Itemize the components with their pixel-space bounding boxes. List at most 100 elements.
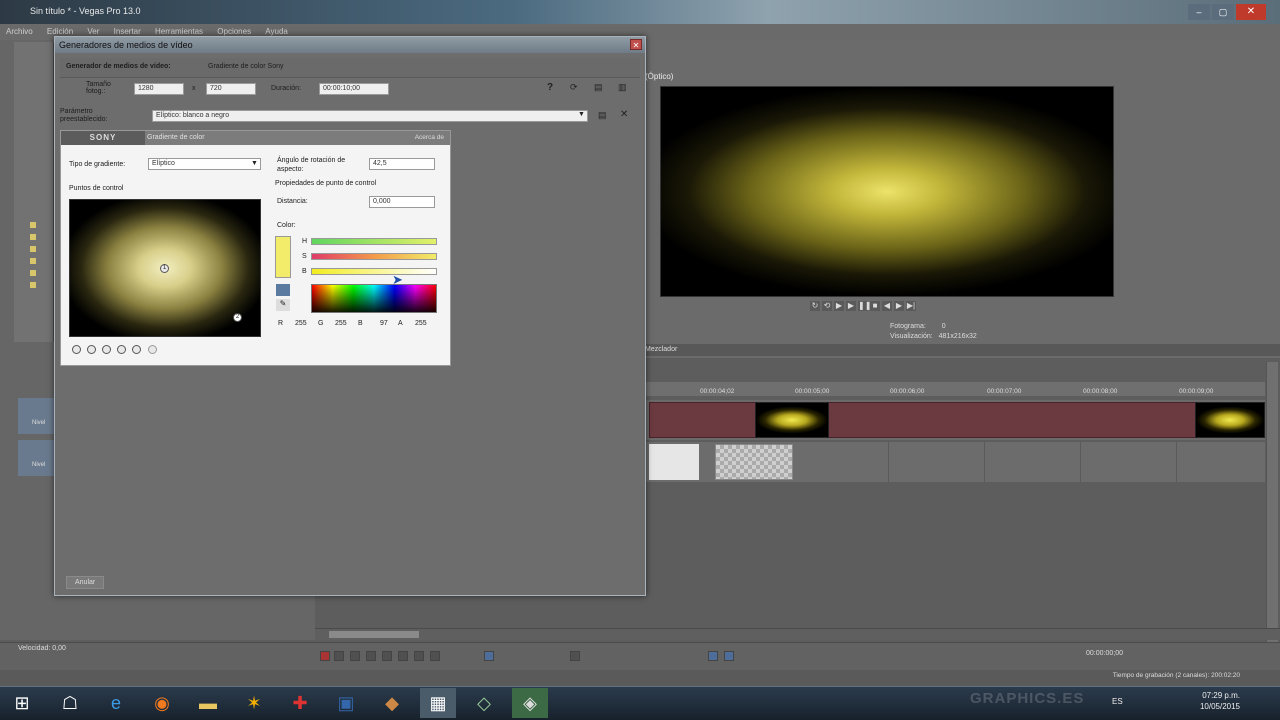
prev-point-icon[interactable]: [102, 345, 111, 354]
chevron-down-icon[interactable]: ▼: [251, 160, 258, 167]
play-icon[interactable]: [366, 651, 376, 661]
preview-quality-select[interactable]: (Óptico): [645, 72, 673, 81]
cut-icon[interactable]: [570, 651, 580, 661]
vertical-scrollbar[interactable]: [1266, 362, 1278, 642]
firefox-icon[interactable]: ◉: [144, 688, 180, 718]
hue-slider[interactable]: [311, 238, 437, 245]
next-point-icon[interactable]: [117, 345, 126, 354]
play-icon[interactable]: ▶: [846, 301, 856, 311]
horizontal-scrollbar[interactable]: [315, 628, 1280, 640]
timeline-ruler[interactable]: 00:00:04;02 00:00:05;00 00:00:06;00 00:0…: [645, 382, 1265, 396]
menu-edicion[interactable]: Edición: [47, 27, 73, 36]
folder-app-icon[interactable]: ☖: [52, 688, 88, 718]
overlay-track[interactable]: [645, 442, 1265, 482]
prev-frame-icon[interactable]: ◀: [882, 301, 892, 311]
control-point-2[interactable]: 2: [233, 313, 242, 322]
control-point-1[interactable]: 1: [160, 264, 169, 273]
a-value[interactable]: 255: [415, 320, 427, 327]
height-input[interactable]: 720: [206, 83, 256, 95]
app-icon[interactable]: ◇: [466, 688, 502, 718]
next-icon[interactable]: [430, 651, 440, 661]
file-explorer-icon[interactable]: ▬: [190, 688, 226, 718]
width-input[interactable]: 1280: [134, 83, 184, 95]
track-header-video[interactable]: [18, 398, 54, 434]
folder-icon[interactable]: [30, 246, 36, 252]
folder-icon[interactable]: [30, 270, 36, 276]
saturation-slider[interactable]: [311, 253, 437, 260]
menu-ayuda[interactable]: Ayuda: [265, 27, 288, 36]
delete-icon[interactable]: ▥: [618, 82, 627, 93]
start-button-icon[interactable]: ⊞: [4, 688, 40, 718]
r-value[interactable]: 255: [295, 320, 307, 327]
app-icon[interactable]: ✶: [236, 688, 272, 718]
save-preset-icon[interactable]: ▤: [598, 110, 607, 121]
chevron-down-icon[interactable]: ▼: [578, 111, 585, 118]
reset-point-icon[interactable]: [148, 345, 157, 354]
folder-icon[interactable]: [30, 222, 36, 228]
play-from-start-icon[interactable]: ⟲: [822, 301, 832, 311]
folder-icon[interactable]: [30, 258, 36, 264]
vegas-taskbar-icon[interactable]: ▦: [420, 688, 456, 718]
save-icon[interactable]: ▤: [594, 82, 603, 93]
menu-opciones[interactable]: Opciones: [217, 27, 251, 36]
reset-button[interactable]: Anular: [66, 576, 105, 589]
brightness-slider[interactable]: [311, 268, 437, 275]
preset-select[interactable]: Elíptico: blanco a negro: [152, 110, 588, 122]
window-maximize-icon[interactable]: ▢: [1212, 4, 1234, 20]
prev-icon[interactable]: [414, 651, 424, 661]
about-link[interactable]: Acerca de: [415, 134, 444, 141]
pause-icon[interactable]: [382, 651, 392, 661]
menu-insertar[interactable]: Insertar: [114, 27, 141, 36]
dialog-close-button[interactable]: ✕: [630, 39, 642, 50]
normal-edit-tool-icon[interactable]: [484, 651, 494, 661]
menu-ver[interactable]: Ver: [87, 27, 99, 36]
play-icon[interactable]: ▶: [834, 301, 844, 311]
window-close-icon[interactable]: ✕: [1236, 4, 1266, 20]
app-icon[interactable]: ◈: [512, 688, 548, 718]
internet-explorer-icon[interactable]: e: [98, 688, 134, 718]
add-point-icon[interactable]: [72, 345, 81, 354]
explorer-tree[interactable]: [14, 42, 54, 342]
video-clip[interactable]: [649, 402, 1265, 438]
transparent-clip[interactable]: [715, 444, 793, 480]
app-icon[interactable]: ◆: [374, 688, 410, 718]
duration-input[interactable]: 00:00:10;00: [319, 83, 389, 95]
remove-point-icon[interactable]: [87, 345, 96, 354]
video-track[interactable]: [645, 400, 1265, 440]
loop-icon[interactable]: [334, 651, 344, 661]
white-clip[interactable]: [649, 444, 699, 480]
snapping-icon[interactable]: [708, 651, 718, 661]
system-clock[interactable]: 07:29 p.m. 10/05/2015: [1200, 690, 1240, 712]
menu-herramientas[interactable]: Herramientas: [155, 27, 203, 36]
gradient-type-select[interactable]: Elíptico: [148, 158, 261, 170]
b-value[interactable]: 97: [380, 320, 388, 327]
app-icon[interactable]: ▣: [328, 688, 364, 718]
settings-icon[interactable]: ⟳: [570, 82, 578, 93]
auto-ripple-icon[interactable]: [724, 651, 734, 661]
color-spectrum[interactable]: [311, 284, 437, 313]
delete-preset-icon[interactable]: ✕: [620, 109, 628, 120]
scroll-thumb[interactable]: [329, 631, 419, 638]
aspect-rotation-input[interactable]: 42,5: [369, 158, 435, 170]
next-frame-icon[interactable]: ▶: [894, 301, 904, 311]
stop-icon[interactable]: [398, 651, 408, 661]
language-indicator[interactable]: ES: [1112, 697, 1123, 706]
color-picker-mode-icon[interactable]: [276, 284, 290, 296]
help-icon[interactable]: ?: [547, 82, 553, 93]
menu-archivo[interactable]: Archivo: [6, 27, 33, 36]
app-icon[interactable]: ✚: [282, 688, 318, 718]
folder-icon[interactable]: [30, 282, 36, 288]
track-header-audio[interactable]: [18, 440, 54, 476]
play-from-start-icon[interactable]: [350, 651, 360, 661]
end-icon[interactable]: ▶|: [906, 301, 916, 311]
pause-icon[interactable]: ❚❚: [858, 301, 871, 311]
center-point-icon[interactable]: [132, 345, 141, 354]
color-swatch[interactable]: [275, 236, 291, 278]
folder-icon[interactable]: [30, 234, 36, 240]
window-minimize-icon[interactable]: –: [1188, 4, 1210, 20]
distance-input[interactable]: 0,000: [369, 196, 435, 208]
record-icon[interactable]: [320, 651, 330, 661]
g-value[interactable]: 255: [335, 320, 347, 327]
stop-icon[interactable]: ■: [870, 301, 880, 311]
eyedropper-icon[interactable]: ✎: [276, 299, 290, 311]
